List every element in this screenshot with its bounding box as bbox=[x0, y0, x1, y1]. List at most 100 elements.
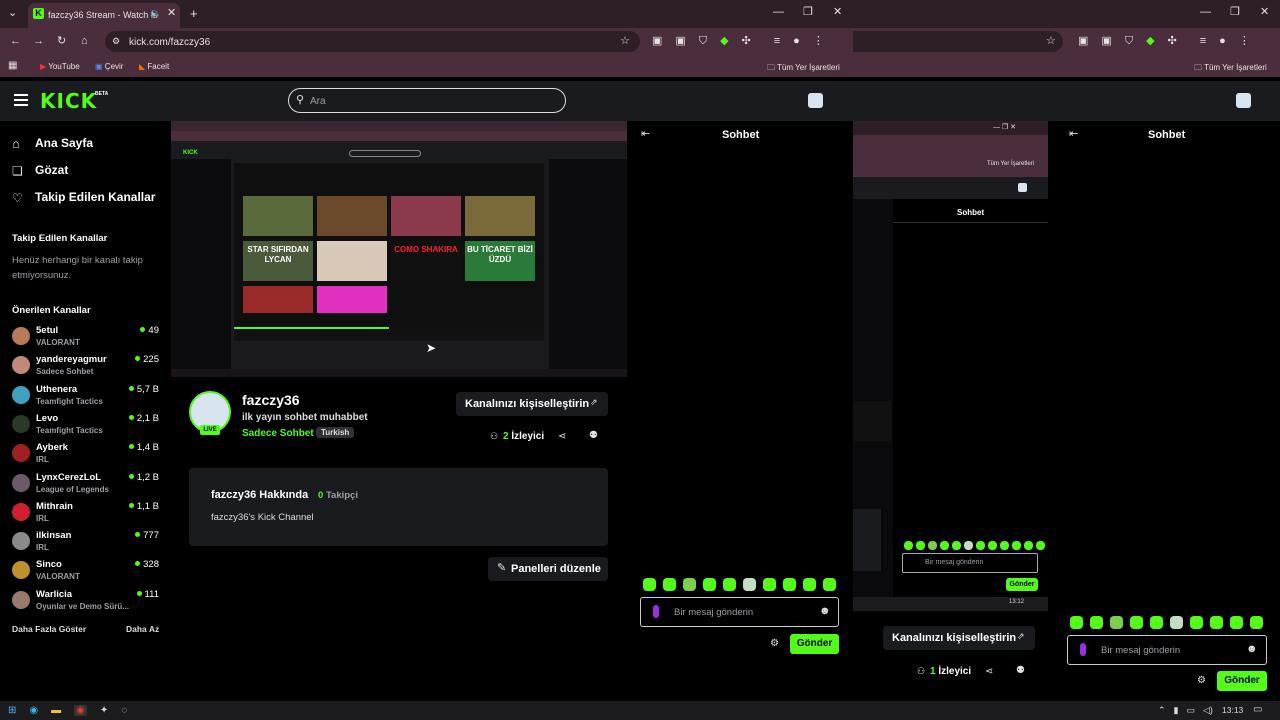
home-icon[interactable]: ⌂ bbox=[81, 36, 88, 47]
emote-icon[interactable] bbox=[703, 578, 716, 591]
channel-row[interactable]: Ayberk IRL 1,4 B bbox=[0, 439, 171, 467]
close-window-icon[interactable]: ✕ bbox=[833, 7, 842, 18]
emote-icon[interactable] bbox=[1000, 541, 1009, 550]
emote-icon[interactable] bbox=[1012, 541, 1021, 550]
bookmark-star-icon-2[interactable]: ☆ bbox=[1046, 36, 1056, 47]
profile-icon[interactable]: ● bbox=[793, 36, 800, 47]
shield-icon[interactable]: ⛉ bbox=[699, 36, 707, 47]
channel-row[interactable]: yandereyagmur Sadece Sohbet 225 bbox=[0, 351, 171, 379]
user-avatar[interactable] bbox=[808, 93, 823, 108]
send-button-2[interactable]: Gönder bbox=[1217, 671, 1267, 691]
restore-icon[interactable]: ❐ bbox=[803, 7, 813, 18]
all-bookmarks[interactable]: 🗀 Tüm Yer İşaretleri bbox=[767, 62, 840, 76]
extension-icon[interactable]: ▣ bbox=[1078, 36, 1088, 47]
emote-icon[interactable] bbox=[988, 541, 997, 550]
language-tag[interactable]: Turkish bbox=[316, 427, 355, 438]
emote-icon[interactable] bbox=[940, 541, 949, 550]
puzzle-icon[interactable]: ✣ bbox=[1168, 36, 1177, 47]
emote-icon[interactable] bbox=[723, 578, 736, 591]
collapse-chat-icon[interactable]: ⇤ bbox=[641, 129, 650, 140]
emote-icon[interactable] bbox=[1130, 616, 1143, 629]
emote-icon[interactable] bbox=[783, 578, 796, 591]
extension-icon[interactable]: ◆ bbox=[1146, 36, 1154, 47]
puzzle-icon[interactable]: ✣ bbox=[742, 36, 751, 47]
collapse-chat-icon-2[interactable]: ⇤ bbox=[1069, 129, 1078, 140]
restore-icon-2[interactable]: ❐ bbox=[1230, 7, 1240, 18]
media-icon[interactable]: ≡ bbox=[774, 36, 780, 47]
extension-icon[interactable]: ▣ bbox=[652, 36, 662, 47]
emote-icon[interactable] bbox=[916, 541, 925, 550]
all-bookmarks-2[interactable]: 🗀 Tüm Yer İşaretleri bbox=[1194, 62, 1267, 76]
emote-icon[interactable] bbox=[1070, 616, 1083, 629]
channel-row[interactable]: Mithrain IRL 1,1 B bbox=[0, 498, 171, 526]
emote-icon[interactable] bbox=[643, 578, 656, 591]
network-icon[interactable]: ▭ bbox=[1187, 705, 1196, 716]
chat-settings-icon-2[interactable]: ⚙ bbox=[1197, 676, 1206, 686]
channel-row[interactable]: 5etul VALORANT 49 bbox=[0, 322, 171, 350]
notifications-icon[interactable]: ▭ bbox=[1253, 704, 1262, 715]
show-less-button[interactable]: Daha Az bbox=[126, 624, 159, 634]
nav-following-label[interactable]: Takip Edilen Kanallar bbox=[35, 190, 155, 204]
microphone-icon[interactable]: ▮ bbox=[1174, 705, 1179, 716]
emote-icon[interactable] bbox=[803, 578, 816, 591]
extension-icon[interactable]: ◆ bbox=[720, 36, 728, 47]
channel-row[interactable]: Levo Teamfight Tactics 2,1 B bbox=[0, 410, 171, 438]
hamburger-menu-icon[interactable] bbox=[14, 94, 28, 106]
emote-icon[interactable] bbox=[1250, 616, 1263, 629]
close-window-icon-2[interactable]: ✕ bbox=[1260, 7, 1269, 18]
emote-icon[interactable] bbox=[952, 541, 961, 550]
share-icon-2[interactable]: ⋖ bbox=[985, 667, 993, 677]
profile-icon[interactable]: ● bbox=[1219, 36, 1226, 47]
emote-icon[interactable] bbox=[976, 541, 985, 550]
emote-icon[interactable] bbox=[1190, 616, 1203, 629]
volume-icon[interactable]: ◁) bbox=[1203, 705, 1213, 716]
extension-icon[interactable]: ▣ bbox=[1101, 36, 1111, 47]
emote-icon[interactable] bbox=[663, 578, 676, 591]
user-avatar-2[interactable] bbox=[1236, 93, 1251, 108]
file-explorer-icon[interactable]: ▬ bbox=[51, 705, 61, 716]
minimize-icon[interactable]: — bbox=[773, 7, 784, 18]
emote-icon[interactable] bbox=[683, 578, 696, 591]
menu-icon[interactable]: ⋮ bbox=[813, 36, 824, 47]
new-tab-icon[interactable]: + bbox=[190, 7, 198, 20]
emote-icon[interactable] bbox=[1036, 541, 1045, 550]
emote-icon[interactable] bbox=[1150, 616, 1163, 629]
mute-tab-icon[interactable]: 🔈 bbox=[150, 9, 161, 18]
emote-icon[interactable] bbox=[1090, 616, 1103, 629]
search-input[interactable]: Ara bbox=[310, 96, 326, 107]
reload-icon[interactable]: ↻ bbox=[57, 36, 66, 47]
nav-home[interactable]: ⌂ bbox=[12, 135, 20, 153]
forward-icon[interactable]: → bbox=[33, 36, 44, 47]
emoji-icon-2[interactable]: ☻ bbox=[1246, 644, 1258, 655]
video-player[interactable]: KICK STAR SIFIRDAN LYCAN COMO SHAKIRA BU T… bbox=[171, 121, 627, 377]
windows-start-icon[interactable]: ⊞ bbox=[8, 705, 16, 716]
stream-category[interactable]: Sadece Sohbet bbox=[242, 428, 314, 439]
channel-row[interactable]: LynxCerezLoL League of Legends 1,2 B bbox=[0, 469, 171, 497]
tray-chevron-icon[interactable]: ⌃ bbox=[1158, 705, 1166, 716]
emote-icon[interactable] bbox=[1170, 616, 1183, 629]
bookmark-faceit[interactable]: ◣ Faceit bbox=[139, 62, 169, 71]
emote-icon[interactable] bbox=[928, 541, 937, 550]
streamer-name[interactable]: fazczy36 bbox=[242, 392, 300, 408]
follow-user-icon[interactable]: ⚉ bbox=[589, 431, 598, 441]
edge-icon[interactable]: ◉ bbox=[29, 705, 38, 716]
bookmark-star-icon[interactable]: ☆ bbox=[620, 36, 630, 47]
channel-row[interactable]: Warlicia Oyunlar ve Demo Sürü... 111 bbox=[0, 586, 171, 614]
nav-browse[interactable]: ❏ bbox=[12, 162, 23, 180]
minimize-icon-2[interactable]: — bbox=[1200, 7, 1211, 18]
nav-home-label[interactable]: Ana Sayfa bbox=[35, 136, 93, 150]
emote-icon[interactable] bbox=[1210, 616, 1223, 629]
bookmark-youtube[interactable]: ▶ YouTube bbox=[40, 62, 80, 71]
search-box[interactable] bbox=[288, 88, 566, 113]
chat-settings-icon[interactable]: ⚙ bbox=[770, 639, 779, 649]
emote-icon[interactable] bbox=[763, 578, 776, 591]
back-icon[interactable]: ← bbox=[10, 36, 21, 47]
menu-icon[interactable]: ⋮ bbox=[1239, 36, 1250, 47]
shield-icon[interactable]: ⛉ bbox=[1125, 36, 1133, 47]
extension-icon[interactable]: ▣ bbox=[675, 36, 685, 47]
emoji-icon[interactable]: ☻ bbox=[819, 606, 831, 617]
bookmark-cevir[interactable]: ▣ Çevir bbox=[95, 62, 123, 71]
chrome-icon[interactable]: ◉ bbox=[74, 705, 87, 716]
site-info-icon[interactable]: ⚙ bbox=[112, 37, 120, 46]
emote-icon[interactable] bbox=[1110, 616, 1123, 629]
